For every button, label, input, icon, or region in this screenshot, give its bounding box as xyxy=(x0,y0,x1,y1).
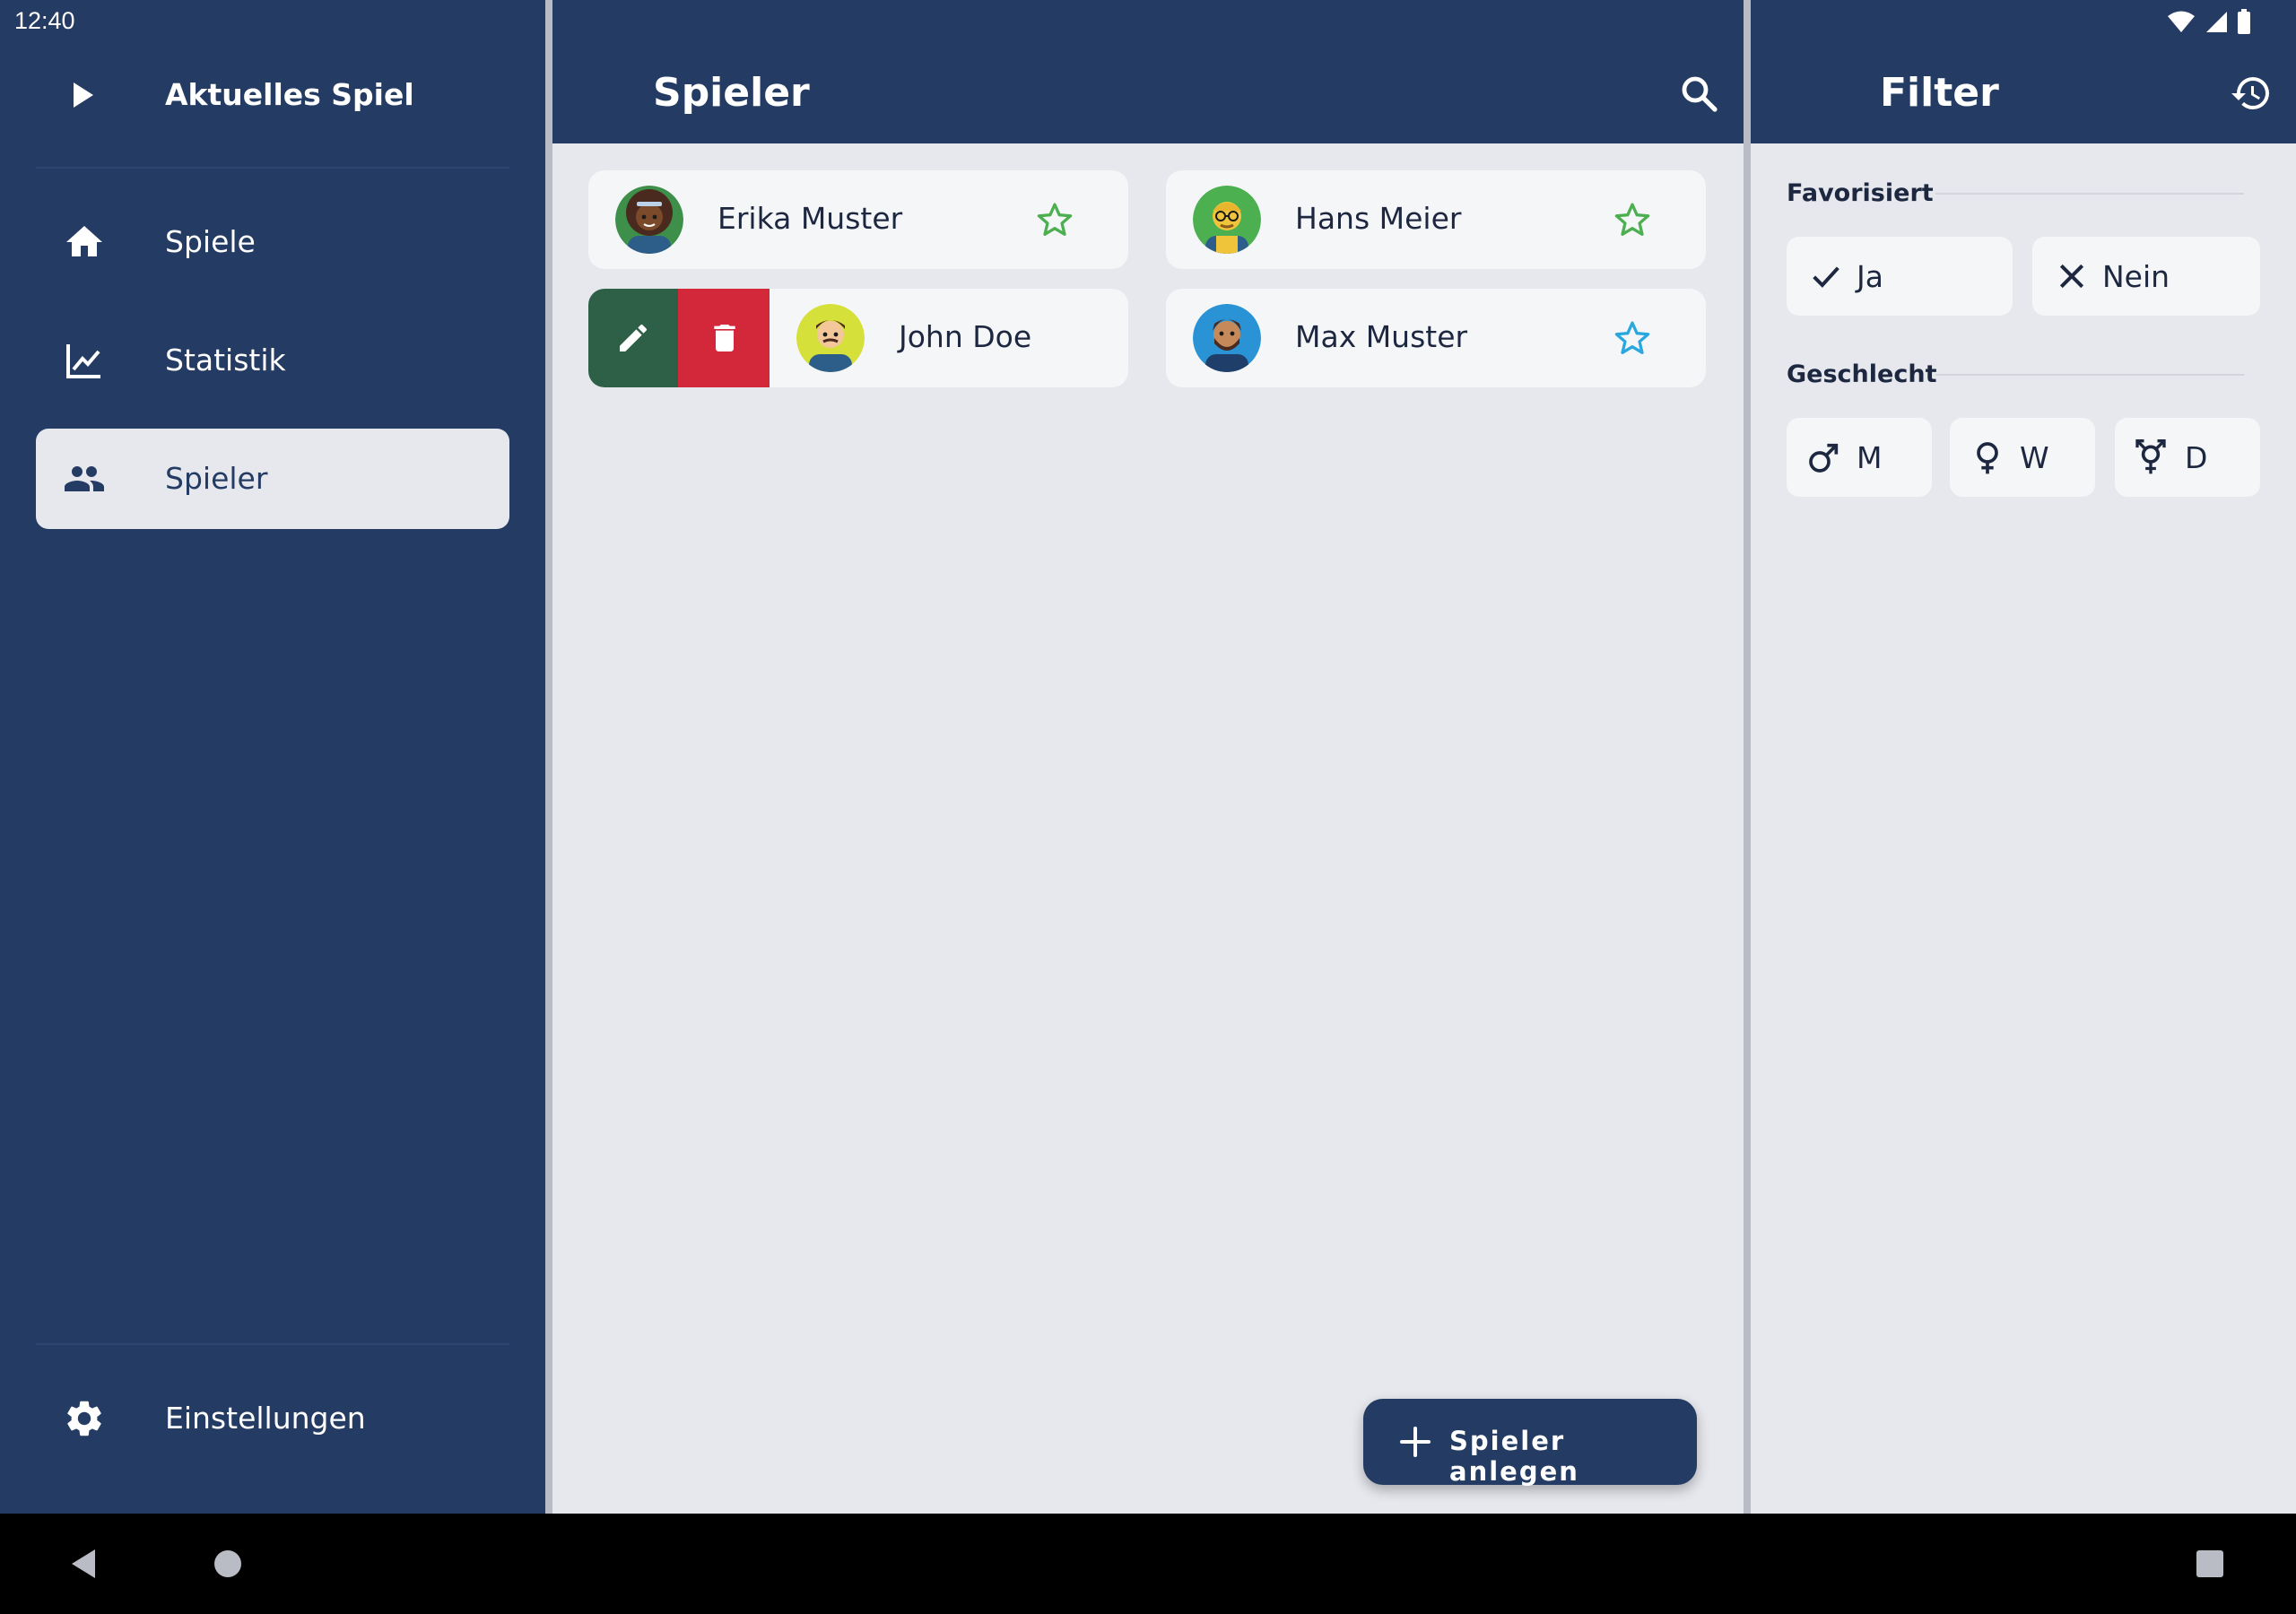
page-title: Spieler xyxy=(653,70,810,116)
filter-chip-w[interactable]: W xyxy=(1950,418,2095,497)
chart-icon xyxy=(66,344,100,378)
star-outline-icon[interactable] xyxy=(1613,318,1652,358)
player-card-swiped[interactable]: John Doe xyxy=(588,289,1128,387)
player-name: John Doe xyxy=(899,319,1032,354)
female-icon xyxy=(1977,442,1998,474)
player-name: Hans Meier xyxy=(1295,201,1462,236)
sidebar-item-label: Einstellungen xyxy=(165,1401,366,1436)
back-icon[interactable] xyxy=(68,1548,99,1580)
home-nav-icon[interactable] xyxy=(213,1549,242,1578)
wifi-icon xyxy=(2168,11,2195,32)
chip-label: Ja xyxy=(1857,259,1883,294)
trash-icon xyxy=(714,325,735,351)
edit-button[interactable] xyxy=(588,289,678,387)
status-time: 12:40 xyxy=(14,7,75,34)
filter-chip-d[interactable]: D xyxy=(2115,418,2260,497)
battery-icon xyxy=(2238,9,2250,34)
drawer-divider xyxy=(36,1343,509,1345)
signal-icon xyxy=(2206,12,2227,32)
filter-chip-m[interactable]: M xyxy=(1787,418,1932,497)
delete-button[interactable] xyxy=(678,289,770,387)
home-icon xyxy=(66,226,102,256)
check-icon xyxy=(1813,266,1839,288)
status-bar: 12:40 xyxy=(0,0,2296,43)
current-game-label: Aktuelles Spiel xyxy=(165,77,414,112)
avatar xyxy=(1193,304,1261,372)
status-icons xyxy=(2167,9,2251,34)
pencil-icon xyxy=(620,324,648,351)
filter-chip-ja[interactable]: Ja xyxy=(1787,237,2013,316)
section-divider xyxy=(1935,374,2244,376)
avatar xyxy=(796,304,865,372)
close-icon xyxy=(2059,264,2084,289)
player-card[interactable]: Hans Meier xyxy=(1166,170,1706,269)
avatar xyxy=(1193,186,1261,254)
diverse-icon xyxy=(2135,439,2166,474)
section-label-favorite: Favorisiert xyxy=(1787,179,1934,207)
male-icon xyxy=(1809,443,1839,473)
filter-title: Filter xyxy=(1880,70,1999,116)
add-player-button[interactable]: Spieler anlegen xyxy=(1363,1399,1697,1487)
pane-divider xyxy=(545,0,552,1514)
chip-label: W xyxy=(2020,440,2049,475)
player-name: Max Muster xyxy=(1295,319,1468,354)
pane-divider xyxy=(1744,0,1751,1514)
people-icon xyxy=(65,466,104,491)
sidebar-item-label: Spiele xyxy=(165,224,256,259)
sidebar-item-spieler[interactable]: Spieler xyxy=(36,429,509,529)
chip-label: M xyxy=(1857,440,1883,475)
history-icon[interactable] xyxy=(2230,72,2273,115)
section-label-gender: Geschlecht xyxy=(1787,360,1937,388)
chip-label: Nein xyxy=(2102,259,2170,294)
search-icon[interactable] xyxy=(1677,72,1720,115)
avatar xyxy=(615,186,683,254)
filter-chip-nein[interactable]: Nein xyxy=(2032,237,2260,316)
navigation-drawer: Aktuelles Spiel Spiele Statistik Spieler… xyxy=(0,0,545,1514)
play-icon xyxy=(74,82,93,108)
plus-icon xyxy=(1400,1427,1431,1457)
player-card[interactable]: Max Muster xyxy=(1166,289,1706,387)
system-navigation-bar xyxy=(0,1514,2296,1614)
star-outline-icon[interactable] xyxy=(1613,200,1652,239)
sidebar-item-label: Statistik xyxy=(165,343,286,377)
players-pane: Spieler Erika Muster Hans Meier John Doe… xyxy=(552,0,1744,1514)
drawer-divider xyxy=(36,167,509,169)
filter-pane: Filter Favorisiert Ja Nein Geschlecht M … xyxy=(1751,0,2296,1514)
section-divider xyxy=(1935,193,2244,195)
chip-label: D xyxy=(2185,440,2208,475)
sidebar-item-label: Spieler xyxy=(165,461,268,496)
gear-icon xyxy=(67,1401,101,1436)
star-outline-icon[interactable] xyxy=(1035,200,1074,239)
sidebar-item-statistik[interactable]: Statistik xyxy=(36,310,509,411)
sidebar-item-einstellungen[interactable]: Einstellungen xyxy=(36,1368,509,1469)
player-card[interactable]: Erika Muster xyxy=(588,170,1128,269)
recents-icon[interactable] xyxy=(2196,1549,2224,1578)
add-player-label: Spieler anlegen xyxy=(1449,1426,1579,1487)
current-game-item[interactable]: Aktuelles Spiel xyxy=(0,57,545,133)
player-name: Erika Muster xyxy=(718,201,903,236)
sidebar-item-spiele[interactable]: Spiele xyxy=(36,192,509,292)
